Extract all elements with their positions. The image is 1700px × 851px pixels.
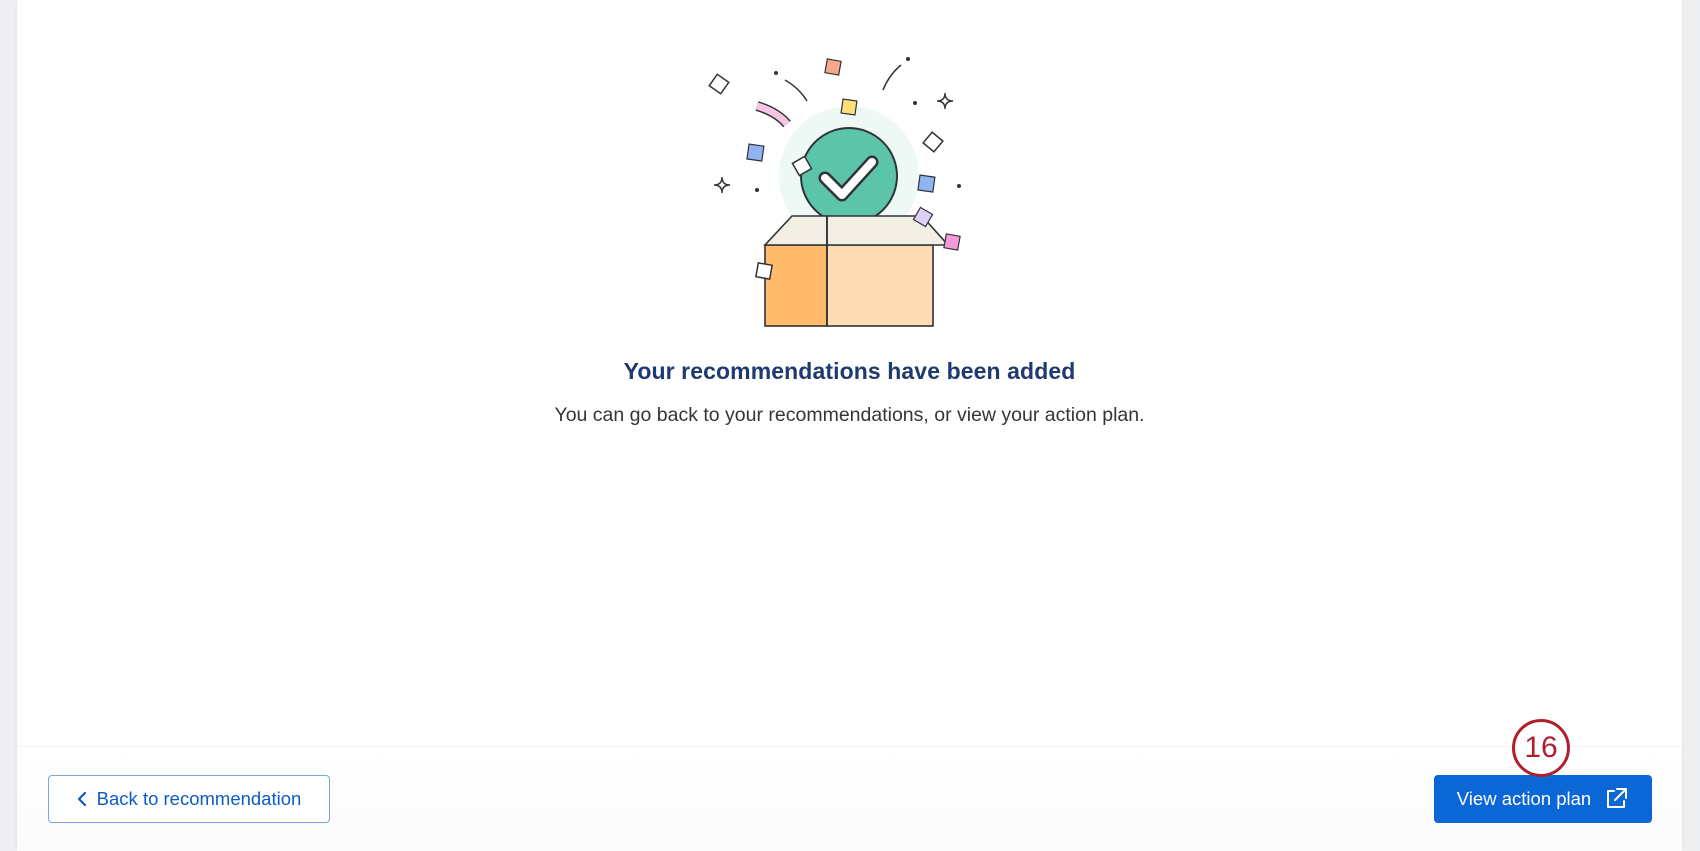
back-button-label: Back to recommendation	[96, 788, 302, 809]
external-link-icon	[1603, 786, 1629, 812]
chevron-left-icon	[77, 791, 87, 807]
step-number-badge: 16	[1512, 719, 1570, 777]
confirmation-message: You can go back to your recommendations,…	[554, 404, 1145, 426]
view-action-plan-button[interactable]: View action plan	[1434, 775, 1652, 823]
confirmation-title: Your recommendations have been added	[623, 358, 1076, 384]
back-to-recommendation-button[interactable]: Back to recommendation	[48, 775, 330, 823]
success-box-illustration	[708, 57, 961, 327]
dialog-panel: Your recommendations have been added You…	[17, 0, 1682, 851]
dialog-footer: Back to recommendation View action plan	[17, 746, 1682, 851]
view-action-plan-label: View action plan	[1456, 788, 1592, 809]
